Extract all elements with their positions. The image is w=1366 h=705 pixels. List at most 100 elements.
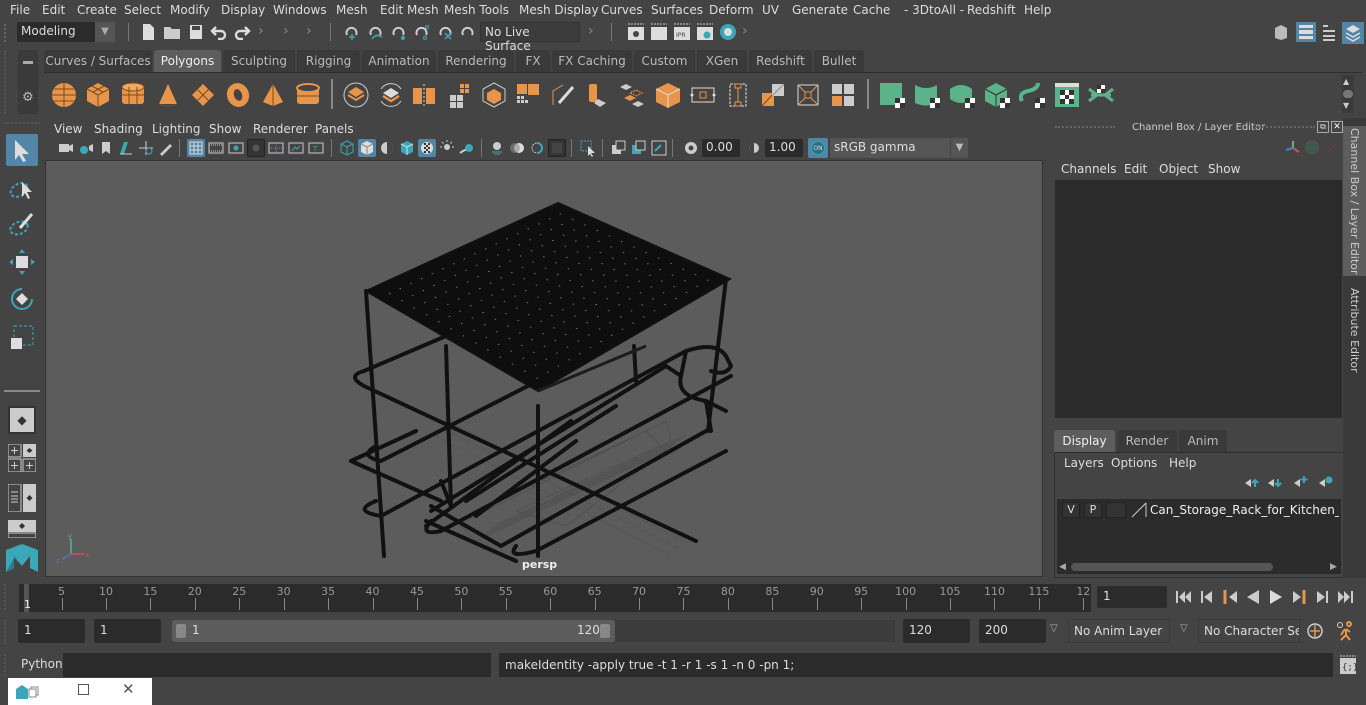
hypershade-icon[interactable] [719, 23, 737, 41]
exposure-field[interactable]: 0.00 [702, 139, 740, 157]
poly-sphere-icon[interactable] [50, 81, 78, 109]
drag-handle[interactable] [4, 620, 10, 644]
viewport-menu-shading[interactable]: Shading [94, 122, 143, 136]
menu-cache[interactable]: Cache [853, 3, 890, 17]
manipulator-toggle-icon[interactable] [1305, 140, 1319, 154]
fill-hole-icon[interactable] [654, 81, 682, 109]
paint-select-tool[interactable] [6, 208, 38, 240]
render-settings-icon[interactable] [696, 23, 714, 41]
side-tab-attribute-editor[interactable]: Attribute Editor [1343, 280, 1366, 380]
collapse-arrow-icon[interactable]: › [258, 23, 264, 39]
menu-windows[interactable]: Windows [273, 3, 327, 17]
scene-canvas[interactable]: y x z [46, 161, 1044, 578]
viewport-menu-panels[interactable]: Panels [315, 122, 354, 136]
animation-start-field[interactable]: 1 [18, 619, 85, 643]
object-menu[interactable]: Object [1159, 162, 1198, 176]
range-end-handle[interactable] [600, 624, 610, 638]
color-management-toggle[interactable]: ON [808, 138, 828, 158]
open-scene-icon[interactable] [163, 24, 181, 40]
snap-live-icon[interactable] [436, 22, 456, 42]
drag-handle[interactable] [4, 654, 10, 676]
wireframe-icon[interactable] [338, 139, 356, 157]
menu-modify[interactable]: Modify [170, 3, 210, 17]
shelf-tab-curves-surfaces[interactable]: Curves / Surfaces [44, 50, 152, 72]
snap-point-icon[interactable] [389, 22, 409, 42]
gamma-icon[interactable] [745, 139, 763, 157]
playback-end-field[interactable]: 120 [903, 619, 970, 643]
xray-icon[interactable] [418, 139, 436, 157]
safe-title-icon[interactable]: T [307, 139, 325, 157]
extrude-icon[interactable] [514, 81, 542, 109]
move-tool[interactable] [6, 246, 38, 278]
select-tool[interactable] [6, 134, 38, 166]
timeline-ruler[interactable]: 1 5 10 15 20 25 30 35 40 45 50 55 60 65 70 75 80 85 90 95 1… [19, 584, 1091, 612]
uv-automatic-icon[interactable] [983, 81, 1011, 109]
menu-mesh-tools[interactable]: Mesh Tools [444, 3, 509, 17]
collapse-arrow-icon[interactable]: › [588, 23, 594, 39]
menu-mesh-display[interactable]: Mesh Display [519, 3, 599, 17]
layer-row[interactable]: V P Can_Storage_Rack_for_Kitchen_Black [1057, 499, 1341, 521]
safe-action-icon[interactable] [287, 139, 305, 157]
menu-3dtoall[interactable]: - 3DtoAll - [904, 3, 964, 17]
viewport-menu-show[interactable]: Show [209, 122, 241, 136]
shelf-tab-rigging[interactable]: Rigging [297, 50, 360, 72]
help-menu[interactable]: Help [1169, 456, 1196, 470]
collapse-arrow-icon[interactable]: › [742, 23, 748, 39]
menu-display[interactable]: Display [221, 3, 265, 17]
move-layer-up-icon[interactable] [1244, 477, 1260, 489]
menu-curves[interactable]: Curves [601, 3, 643, 17]
field-chart-icon[interactable] [267, 139, 285, 157]
mode-selector[interactable]: Modeling ▼ [17, 22, 115, 42]
range-start-handle[interactable] [176, 624, 186, 638]
scroll-left-icon[interactable]: ◀ [1059, 562, 1066, 572]
play-forwards-icon[interactable] [1268, 589, 1284, 605]
viewport-menu-renderer[interactable]: Renderer [253, 122, 308, 136]
step-back-frame-icon[interactable] [1199, 589, 1215, 605]
channel-list-area[interactable] [1055, 180, 1342, 418]
menu-edit-mesh[interactable]: Edit Mesh [380, 3, 439, 17]
script-language-toggle[interactable]: Python [21, 657, 63, 671]
range-slider[interactable]: 1 120 [172, 620, 615, 642]
screen-space-ao-icon[interactable] [488, 139, 506, 157]
isolate-select-icon[interactable] [579, 139, 597, 157]
options-menu[interactable]: Options [1111, 456, 1157, 470]
depth-of-field-icon[interactable] [548, 139, 566, 157]
scroll-thumb[interactable] [1071, 563, 1273, 571]
layer-tab-anim[interactable]: Anim [1179, 430, 1227, 452]
step-forward-frame-icon[interactable] [1314, 589, 1330, 605]
menu-uv[interactable]: UV [762, 3, 779, 17]
multi-cut-icon[interactable] [549, 81, 577, 109]
menu-help[interactable]: Help [1024, 3, 1051, 17]
poly-cube-icon[interactable] [84, 81, 112, 109]
exposure-icon[interactable] [682, 139, 700, 157]
gate-mask-icon[interactable] [247, 139, 265, 157]
quadrangulate-icon[interactable] [794, 81, 822, 109]
color-space-dropdown[interactable]: sRGB gamma ▼ [830, 138, 968, 158]
shelf-scrollbar[interactable]: ▲ ▼ [1342, 75, 1354, 113]
menu-create[interactable]: Create [77, 3, 117, 17]
uv-editor-icon[interactable] [1053, 81, 1081, 109]
uv-layout-icon[interactable] [1087, 81, 1115, 109]
shelf-menu-icon[interactable] [23, 61, 33, 64]
film-gate-icon[interactable] [207, 139, 225, 157]
shelf-tab-fx[interactable]: FX [516, 50, 550, 72]
maya-app-icon[interactable] [14, 683, 40, 701]
snap-view-plane-icon[interactable] [412, 22, 432, 42]
smooth-shade-icon[interactable] [358, 139, 376, 157]
layer-name[interactable]: Can_Storage_Rack_for_Kitchen_Black [1150, 503, 1339, 517]
bridge-icon[interactable] [618, 81, 646, 109]
close-window-icon[interactable]: ✕ [122, 680, 135, 698]
save-scene-icon[interactable] [188, 23, 204, 41]
mirror-icon[interactable] [410, 81, 438, 109]
playback-start-field[interactable]: 1 [94, 619, 161, 643]
menu-mesh[interactable]: Mesh [336, 3, 368, 17]
2d-pan-zoom-icon[interactable] [137, 139, 155, 157]
3d-viewport[interactable]: y x z persp [45, 160, 1043, 577]
resolution-gate-icon[interactable] [227, 139, 245, 157]
current-frame-field[interactable]: 1 [1097, 586, 1167, 608]
separate-icon[interactable] [377, 81, 405, 109]
channel-box-toggle-icon[interactable] [1342, 22, 1364, 44]
bevel-icon[interactable] [584, 81, 612, 109]
viewport-menu-view[interactable]: View [54, 122, 82, 136]
channels-menu[interactable]: Channels [1061, 162, 1117, 176]
